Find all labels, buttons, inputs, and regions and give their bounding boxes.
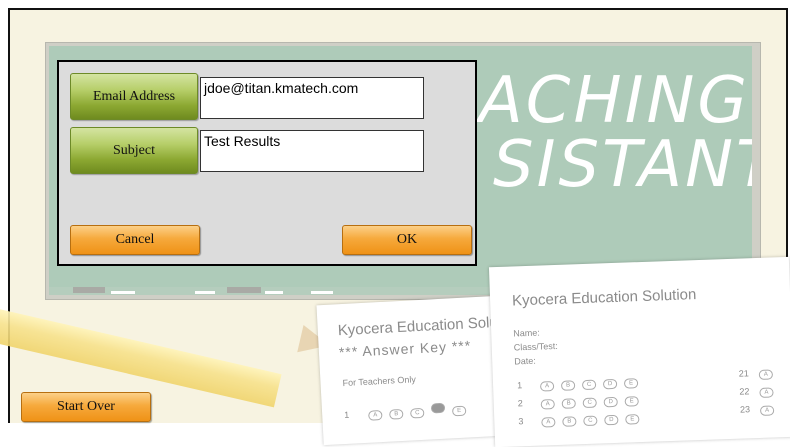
answer-row-right: 21 A (739, 367, 780, 380)
bubble: D (604, 414, 619, 426)
bubble: C (583, 415, 598, 427)
eraser-right (227, 287, 261, 293)
email-address-button[interactable]: Email Address (70, 73, 198, 120)
answer-key-subtitle: *** Answer Key *** (338, 337, 472, 361)
bubble: C (581, 379, 597, 391)
bubble-d-filled (430, 402, 446, 414)
bubble: A (539, 381, 555, 392)
row-number: 1 (516, 380, 523, 391)
bubble: A (759, 387, 774, 398)
ok-button[interactable]: OK (342, 225, 472, 255)
chalk-piece (311, 291, 333, 294)
bubble: E (625, 414, 640, 425)
subject-button[interactable]: Subject (70, 127, 198, 174)
bubble: D (603, 396, 618, 408)
cancel-button[interactable]: Cancel (70, 225, 200, 255)
bubble-a: A (368, 410, 383, 421)
row-number: 3 (518, 416, 524, 427)
answer-key-note: For Teachers Only (342, 374, 417, 389)
bubble-c: C (410, 407, 425, 419)
name-label: Name: (513, 327, 540, 339)
email-address-field[interactable]: jdoe@titan.kmatech.com (200, 77, 424, 119)
eraser-left (73, 287, 105, 293)
answer-row: 2 ABCDE (518, 394, 646, 410)
chalk-piece (195, 291, 215, 294)
row-number: 1 (343, 409, 350, 421)
bubble: A (540, 399, 555, 410)
answer-key-row: 1 ABC E (344, 401, 474, 422)
class-test-label: Class/Test: (513, 340, 558, 353)
email-dialog: Email Address jdoe@titan.kmatech.com Sub… (57, 60, 477, 266)
bubble: A (758, 369, 774, 380)
answer-sheet: Kyocera Education Solution Name: Class/T… (488, 256, 790, 447)
answer-row: 1 ABCDE (517, 376, 645, 392)
row-number: 2 (517, 398, 523, 409)
row-number: 23 (739, 404, 751, 415)
answer-key-title: Kyocera Education Solut (337, 313, 503, 340)
bubble: D (602, 378, 618, 390)
bubble-b: B (389, 408, 404, 420)
answer-sheet-title: Kyocera Education Solution (511, 286, 697, 310)
board-title-line2: SISTANT (493, 128, 752, 202)
answer-row-right: 22 A (739, 385, 780, 398)
bubble-e: E (451, 405, 467, 417)
bubble: A (541, 417, 556, 428)
chalk-piece (265, 291, 283, 294)
answer-row: 3 ABCDE (518, 412, 646, 428)
bubble: B (562, 416, 577, 427)
board-title-line1: ACHING (479, 64, 750, 138)
chalk-piece (111, 291, 135, 294)
date-label: Date: (514, 355, 536, 367)
bubble: E (624, 396, 639, 407)
row-number: 21 (738, 368, 749, 379)
bubble: B (560, 380, 576, 391)
bubble: E (623, 378, 639, 389)
answer-row-right: 23 A (740, 403, 781, 416)
subject-field[interactable]: Test Results (200, 130, 424, 172)
row-number: 22 (739, 386, 750, 397)
bubble: B (561, 398, 576, 409)
start-over-button[interactable]: Start Over (21, 392, 151, 422)
bubble: C (582, 397, 597, 409)
bubble: A (759, 405, 775, 416)
